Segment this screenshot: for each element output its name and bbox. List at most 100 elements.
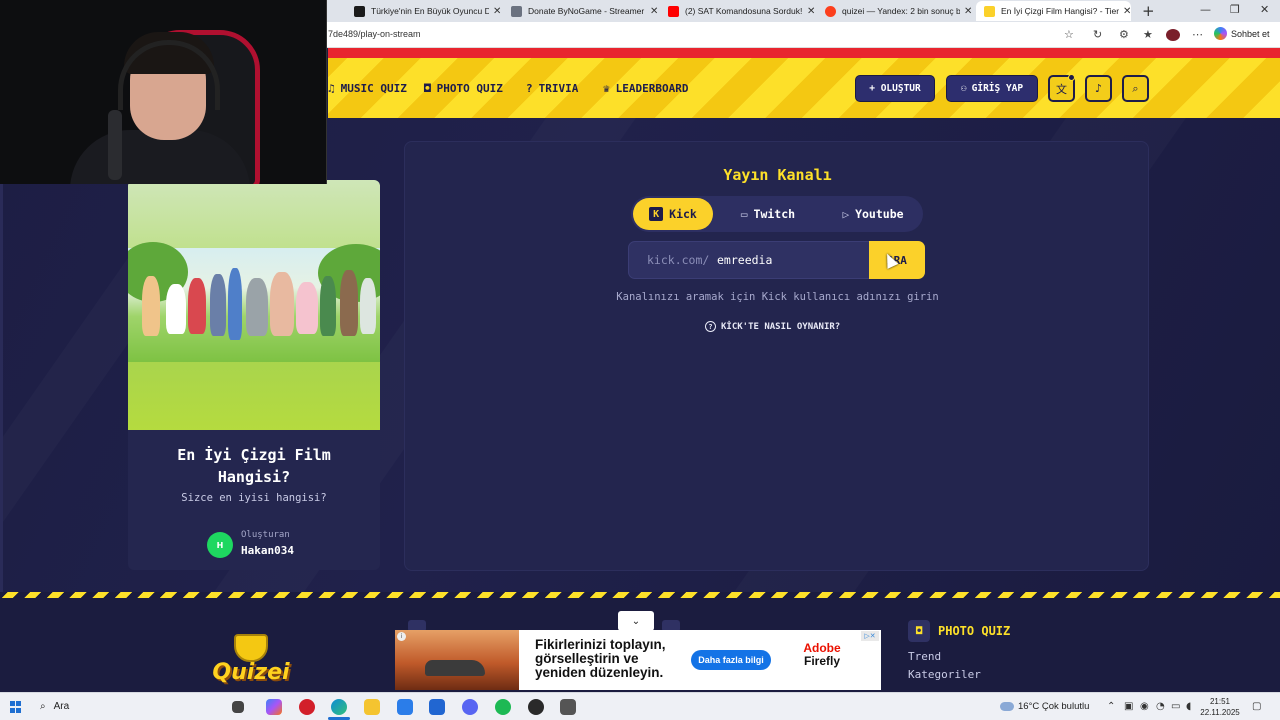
nav-label: MUSIC QUIZ — [340, 82, 407, 95]
collapse-ad-button[interactable]: ⌄ — [618, 611, 654, 631]
ad-info-icon[interactable]: i — [397, 632, 406, 641]
tab-favicon-icon — [354, 5, 365, 17]
tab-kick[interactable]: K Kick — [633, 198, 713, 230]
url-prefix: kick.com/ — [647, 253, 710, 267]
quiz-card[interactable]: En İyi Çizgi Film Hangisi? Sizce en iyis… — [128, 180, 380, 570]
ad-cta-button[interactable]: Daha fazla bilgi — [691, 650, 771, 670]
tab-title: Donate ByNoGame - Streamer Se — [528, 6, 646, 16]
notification-center-icon[interactable]: ▢ — [1252, 701, 1261, 712]
how-to-play-link[interactable]: ? KİCK'TE NASIL OYNANIR? — [705, 321, 840, 332]
close-icon[interactable]: ✕ — [964, 6, 972, 17]
nav-leaderboard[interactable]: ♛ LEADERBOARD — [603, 82, 688, 95]
browser-tab-active[interactable]: En İyi Çizgi Film Hangisi? - Tier Li ✕ — [976, 1, 1132, 21]
avatar-initial: H — [216, 540, 224, 550]
creator-name[interactable]: Hakan034 — [241, 544, 294, 557]
star-icon[interactable]: ☆ — [1064, 28, 1074, 41]
nav-photo-quiz[interactable]: ◘ PHOTO QUIZ — [424, 82, 503, 95]
settings-icon[interactable] — [560, 699, 576, 715]
camera-icon: ◘ — [424, 82, 431, 95]
minimize-icon[interactable]: — — [1200, 3, 1211, 16]
site-logo[interactable]: Quizei — [210, 634, 292, 690]
close-icon[interactable]: ✕ — [807, 6, 815, 17]
trophy-icon: ♛ — [603, 82, 610, 95]
more-icon[interactable]: ⋯ — [1192, 28, 1203, 41]
close-icon[interactable]: ✕ — [650, 6, 658, 17]
character-shape — [188, 278, 206, 334]
favorites-icon[interactable]: ★ — [1143, 28, 1153, 41]
volume-icon[interactable]: ◖ — [1186, 701, 1191, 712]
refresh-icon[interactable]: ↻ — [1093, 28, 1102, 41]
panel-title: Yayın Kanalı — [723, 166, 832, 184]
cartoon-scene — [128, 242, 380, 362]
input-hint: Kanalınızı aramak için Kick kullanıcı ad… — [616, 291, 939, 303]
copilot-button[interactable]: Sohbet et — [1214, 27, 1270, 40]
browser-tab[interactable]: quizei — Yandex: 2 bin sonuç bu ✕ — [817, 1, 972, 21]
cloud-icon — [1000, 702, 1014, 711]
notifications-button[interactable]: ♪ — [1085, 75, 1112, 102]
browser-tab[interactable]: Türkiye'nin En Büyük Oyuncu Do ✕ — [346, 1, 501, 21]
tray-app-icon[interactable]: ▣ — [1124, 701, 1133, 712]
footer-column-title: ◘ PHOTO QUIZ — [908, 620, 1010, 642]
help-icon: ? — [705, 321, 716, 332]
maximize-icon[interactable]: ❐ — [1230, 3, 1240, 16]
file-explorer-icon[interactable] — [364, 699, 380, 715]
left-edge — [0, 183, 3, 595]
ad-brand-line2: Firefly — [803, 654, 840, 668]
login-button[interactable]: ⚇ GİRİŞ YAP — [946, 75, 1038, 102]
close-icon[interactable]: ✕ — [493, 6, 501, 17]
windows-start-icon[interactable] — [10, 701, 22, 713]
tab-favicon-icon — [984, 5, 995, 17]
nav-music-quiz[interactable]: ♫ MUSIC QUIZ — [328, 82, 407, 95]
mail-icon[interactable] — [429, 699, 445, 715]
spotify-icon[interactable] — [495, 699, 511, 715]
ad-image — [395, 630, 519, 690]
chevron-up-icon[interactable]: ⌃ — [1107, 701, 1115, 712]
edge-icon[interactable] — [331, 699, 347, 715]
chevron-down-icon: ⌄ — [631, 615, 641, 627]
tab-youtube[interactable]: ▷ Youtube — [827, 198, 919, 230]
monitor-icon[interactable]: ▭ — [1171, 701, 1180, 712]
task-view-icon[interactable] — [232, 701, 244, 713]
opera-icon[interactable] — [299, 699, 315, 715]
ad-close-icon[interactable]: ▷✕ — [861, 631, 879, 641]
channel-username-input[interactable] — [717, 249, 867, 271]
tab-twitch[interactable]: ▭ Twitch — [727, 198, 809, 230]
footer-link-categories[interactable]: Kategoriler — [908, 668, 981, 681]
character-shape — [142, 276, 160, 336]
advertisement-banner[interactable]: i Fikirlerinizi toplayın, görselleştirin… — [395, 630, 881, 690]
footer-link-trend[interactable]: Trend — [908, 650, 941, 663]
avatar[interactable]: H — [207, 532, 233, 558]
question-icon: ? — [526, 82, 533, 95]
new-tab-icon[interactable]: + — [1142, 2, 1155, 20]
nav-trivia[interactable]: ? TRIVIA — [526, 82, 578, 95]
footer-column-label: PHOTO QUIZ — [938, 624, 1011, 638]
browser-tab[interactable]: Donate ByNoGame - Streamer Se ✕ — [503, 1, 658, 21]
store-icon[interactable] — [397, 699, 413, 715]
extensions-icon[interactable]: ⚙ — [1119, 28, 1129, 41]
tray-app-icon[interactable]: ◉ — [1140, 701, 1149, 712]
header-top-stripe — [328, 48, 1280, 58]
taskbar-search[interactable]: ⌕ Ara — [40, 701, 69, 712]
browser-tab[interactable]: (2) SAT Komandosuna Sorduk! - ✕ — [660, 1, 815, 21]
window-close-icon[interactable]: ✕ — [1260, 3, 1269, 16]
weather-widget[interactable]: 16°C Çok bulutlu — [1000, 701, 1089, 712]
twitch-icon: ▭ — [740, 207, 748, 221]
profile-icon[interactable] — [1166, 29, 1180, 41]
search-icon: ⌕ — [40, 701, 46, 712]
discord-icon[interactable] — [462, 699, 478, 715]
network-icon[interactable]: ◔ — [1156, 701, 1165, 712]
close-icon[interactable]: ✕ — [1123, 6, 1131, 17]
ad-headline: Fikirlerinizi toplayın, görselleştirin v… — [535, 637, 666, 680]
nav-label: PHOTO QUIZ — [436, 82, 503, 95]
ad-brand: Adobe Firefly — [787, 642, 857, 668]
copilot-app-icon[interactable] — [266, 699, 282, 715]
how-to-play-label: KİCK'TE NASIL OYNANIR? — [721, 321, 841, 332]
search-button[interactable]: ⌕ — [1122, 75, 1149, 102]
obs-icon[interactable] — [528, 699, 544, 715]
taskbar-clock[interactable]: 21:51 22.11.2025 — [1200, 696, 1240, 718]
channel-search-box: kick.com/ ARA — [628, 241, 925, 279]
tab-favicon-icon — [511, 5, 522, 17]
create-button[interactable]: + OLUŞTUR — [855, 75, 935, 102]
url-text[interactable]: 7de489/play-on-stream — [328, 29, 421, 39]
character-shape — [360, 278, 376, 334]
